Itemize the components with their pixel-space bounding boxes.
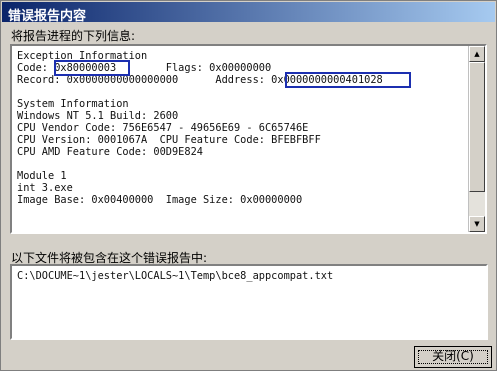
file-path[interactable]: C:\DOCUME~1\jester\LOCALS~1\Temp\bce8_ap… [17, 270, 333, 282]
window-title: 错误报告内容 [8, 9, 87, 24]
code-highlight-box [54, 60, 130, 76]
address-highlight-box [285, 72, 411, 88]
details-line: int 3.exe [17, 182, 73, 194]
title-bar[interactable]: 错误报告内容 [2, 2, 495, 24]
scroll-down-icon[interactable]: ▼ [469, 216, 485, 232]
error-report-window: 错误报告内容 将报告进程的下列信息: Exception Information… [0, 0, 497, 371]
files-listbox[interactable]: C:\DOCUME~1\jester\LOCALS~1\Temp\bce8_ap… [10, 264, 488, 340]
details-line: System Information [17, 98, 129, 110]
close-button-label: 关闭(C) [432, 349, 474, 363]
details-line: Image Base: 0x00400000 Image Size: 0x000… [17, 194, 303, 206]
details-line: Module 1 [17, 170, 67, 182]
details-line: CPU Vendor Code: 756E6547 - 49656E69 - 6… [17, 122, 309, 134]
details-line: Windows NT 5.1 Build: 2600 [17, 110, 179, 122]
scroll-thumb[interactable] [469, 62, 485, 192]
scroll-up-icon[interactable]: ▲ [469, 46, 485, 62]
details-scrollbar[interactable]: ▲ ▼ [468, 46, 485, 232]
details-line: CPU AMD Feature Code: 00D9E824 [17, 146, 203, 158]
details-heading: 将报告进程的下列信息: [11, 29, 136, 43]
details-textbox[interactable]: Exception Information Code: 0x80000003 F… [10, 44, 487, 234]
close-button[interactable]: 关闭(C) [414, 346, 492, 368]
details-line: CPU Version: 0001067A CPU Feature Code: … [17, 134, 321, 146]
